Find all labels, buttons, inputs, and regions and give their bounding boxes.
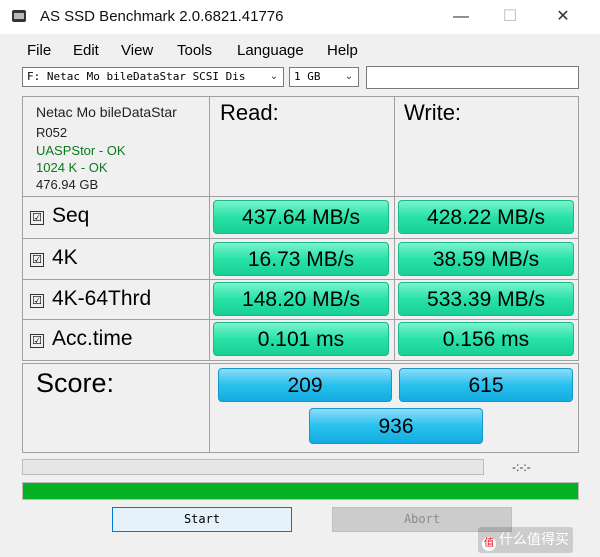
size-select-value: 1 GB (294, 70, 321, 83)
alignment-status: 1024 K - OK (36, 160, 108, 175)
menu-bar: File Edit View Tools Language Help (0, 38, 600, 62)
start-button[interactable]: Start (112, 507, 292, 532)
divider (22, 279, 579, 280)
4k64-write-value: 533.39 MB/s (398, 282, 574, 316)
read-header: Read: (220, 100, 279, 125)
divider (209, 363, 210, 453)
drive-select[interactable]: F: Netac Mo bileDataStar SCSI Dis ⌄ (22, 67, 284, 87)
row-label-text: Acc.time (52, 327, 133, 350)
notes-input[interactable] (366, 66, 579, 89)
close-button[interactable]: ✕ (540, 0, 586, 34)
menu-language[interactable]: Language (237, 42, 304, 59)
divider (22, 196, 579, 197)
seq-checkbox[interactable]: ☑ (30, 211, 44, 225)
acctime-checkbox[interactable]: ☑ (30, 334, 44, 348)
window-title: AS SSD Benchmark 2.0.6821.41776 (40, 8, 284, 25)
row-label-text: 4K-64Thrd (52, 287, 152, 310)
4k-read-value: 16.73 MB/s (213, 242, 389, 276)
4k-write-value: 38.59 MB/s (398, 242, 574, 276)
drive-firmware: R052 (36, 125, 68, 140)
watermark-logo-icon: 值 (482, 537, 496, 551)
watermark: 值什么值得买 (478, 527, 573, 553)
title-bar[interactable]: AS SSD Benchmark 2.0.6821.41776 — ☐ ✕ (0, 0, 600, 34)
menu-view[interactable]: View (121, 42, 153, 59)
drive-model: Netac Mo bileDataStar (36, 104, 177, 120)
acctime-write-value: 0.156 ms (398, 322, 574, 356)
row-label-text: 4K (52, 246, 78, 269)
seq-write-value: 428.22 MB/s (398, 200, 574, 234)
drive-capacity: 476.94 GB (36, 177, 99, 192)
write-header: Write: (404, 100, 462, 125)
score-read-value: 209 (218, 368, 392, 402)
menu-tools[interactable]: Tools (177, 42, 212, 59)
seq-read-value: 437.64 MB/s (213, 200, 389, 234)
score-write-value: 615 (399, 368, 573, 402)
test-progress-bar (22, 459, 484, 475)
4k64-checkbox[interactable]: ☑ (30, 294, 44, 308)
app-disk-icon (12, 10, 26, 22)
chevron-down-icon: ⌄ (269, 71, 279, 82)
elapsed-time: -:-:- (512, 460, 531, 474)
divider (22, 238, 579, 239)
row-label-text: Seq (52, 204, 90, 227)
menu-help[interactable]: Help (327, 42, 358, 59)
watermark-text: 什么值得买 (499, 531, 569, 547)
menu-file[interactable]: File (27, 42, 51, 59)
divider (394, 96, 395, 361)
driver-status: UASPStor - OK (36, 143, 126, 158)
row-acctime-label[interactable]: ☑ Acc.time (30, 327, 133, 351)
divider (22, 319, 579, 320)
menu-edit[interactable]: Edit (73, 42, 99, 59)
acctime-read-value: 0.101 ms (213, 322, 389, 356)
maximize-button[interactable]: ☐ (487, 0, 533, 34)
score-label: Score: (36, 368, 115, 398)
4k64-read-value: 148.20 MB/s (213, 282, 389, 316)
drive-select-value: F: Netac Mo bileDataStar SCSI Dis (27, 70, 246, 83)
size-select[interactable]: 1 GB ⌄ (289, 67, 359, 87)
row-seq-label[interactable]: ☑ Seq (30, 204, 89, 228)
overall-progress-bar (22, 482, 579, 500)
divider (209, 96, 210, 361)
app-window: AS SSD Benchmark 2.0.6821.41776 — ☐ ✕ Fi… (0, 0, 600, 557)
minimize-button[interactable]: — (438, 0, 484, 34)
row-4k-label[interactable]: ☑ 4K (30, 246, 78, 270)
4k-checkbox[interactable]: ☑ (30, 253, 44, 267)
score-total-value: 936 (309, 408, 483, 444)
chevron-down-icon: ⌄ (344, 71, 354, 82)
row-4k64-label[interactable]: ☑ 4K-64Thrd (30, 287, 151, 311)
